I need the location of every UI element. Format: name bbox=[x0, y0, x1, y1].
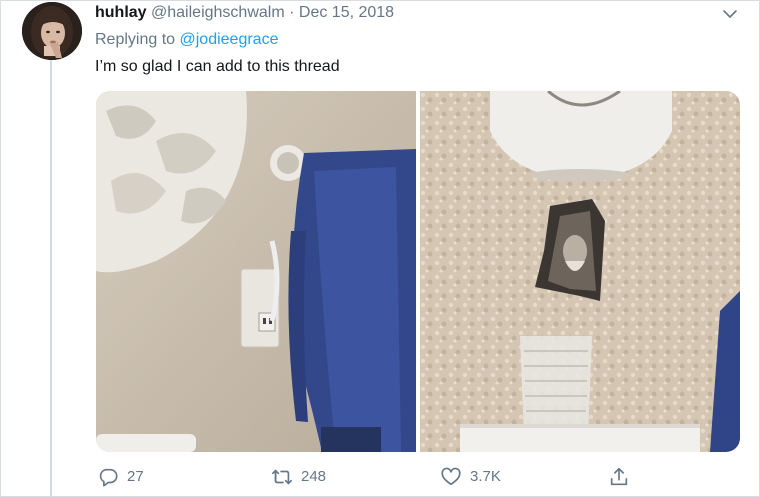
display-name[interactable]: huhlay bbox=[95, 4, 147, 21]
like-button[interactable]: 3.7K bbox=[440, 466, 501, 488]
reply-icon bbox=[99, 468, 118, 487]
tweet-text: I’m so glad I can add to this thread bbox=[95, 58, 340, 75]
retweet-icon bbox=[272, 469, 292, 485]
heart-icon bbox=[441, 467, 461, 486]
thread-connector-line bbox=[50, 58, 52, 497]
media-photo-right[interactable] bbox=[420, 91, 740, 452]
retweet-button[interactable]: 248 bbox=[271, 466, 326, 488]
avatar-photo bbox=[22, 2, 82, 60]
reply-button[interactable]: 27 bbox=[97, 466, 144, 488]
reply-count: 27 bbox=[127, 468, 144, 485]
header-separator: · bbox=[289, 4, 295, 21]
tweet-actions: 27 248 3.7K bbox=[0, 466, 760, 490]
media-photo-left[interactable] bbox=[96, 91, 416, 452]
share-button[interactable] bbox=[608, 466, 630, 488]
tweet-media[interactable] bbox=[96, 91, 740, 452]
avatar[interactable] bbox=[22, 2, 82, 60]
replying-to: Replying to @jodieegrace bbox=[95, 31, 278, 49]
user-handle[interactable]: @haileighschwalm bbox=[151, 4, 285, 21]
tweet-header: huhlay @haileighschwalm · Dec 15, 2018 bbox=[95, 4, 394, 22]
tweet-date[interactable]: Dec 15, 2018 bbox=[299, 4, 394, 21]
retweet-count: 248 bbox=[301, 468, 327, 485]
share-icon bbox=[610, 467, 628, 486]
chevron-down-icon[interactable] bbox=[720, 4, 740, 24]
like-count: 3.7K bbox=[470, 468, 501, 485]
replying-handle-link[interactable]: @jodieegrace bbox=[180, 31, 279, 48]
replying-prefix: Replying to bbox=[95, 31, 176, 48]
